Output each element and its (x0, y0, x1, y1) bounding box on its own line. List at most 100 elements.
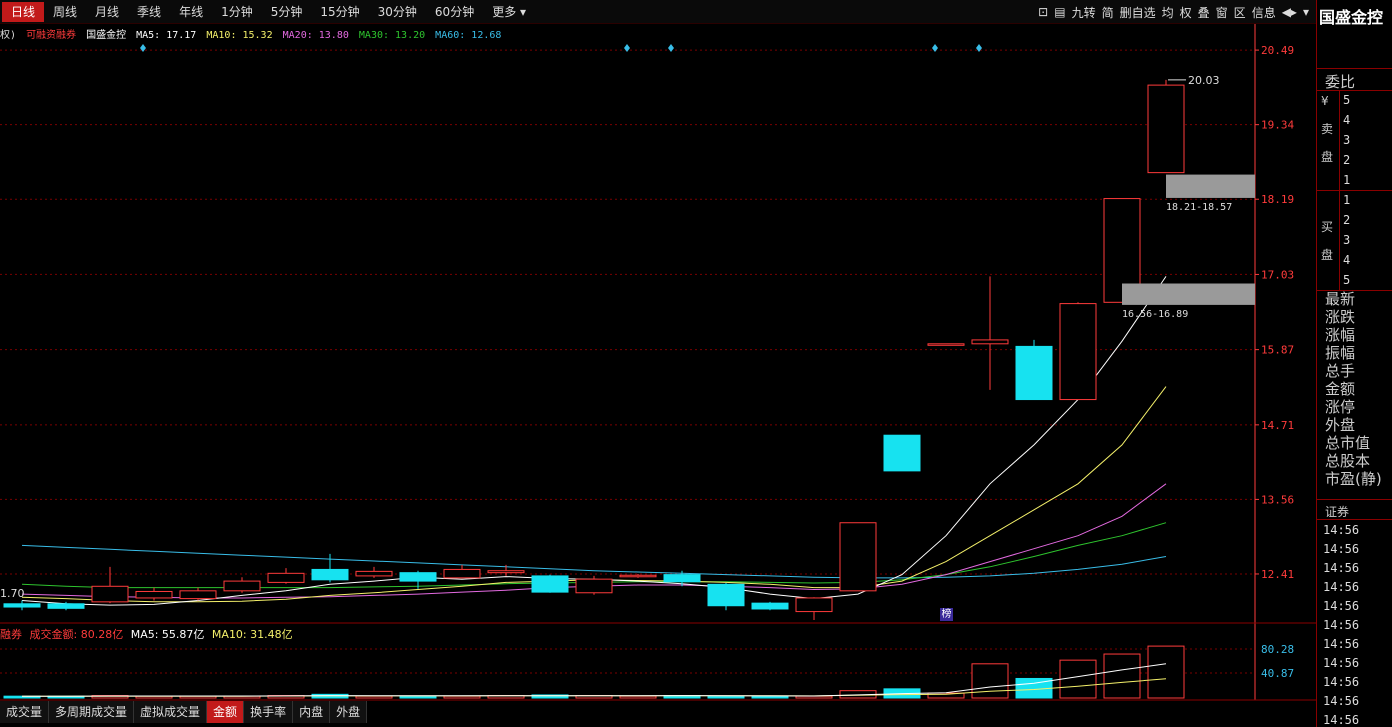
ma5-line (21, 276, 1167, 606)
volume-bar (751, 695, 789, 699)
price-tick-label: 20.49 (1261, 44, 1294, 57)
indicator-tab-2[interactable]: 虚拟成交量 (134, 701, 208, 723)
sell-char-1: 卖 (1321, 122, 1334, 136)
quote-label-10: 市盈(静) (1325, 470, 1382, 488)
indicator-tab-6[interactable]: 外盘 (330, 701, 368, 723)
sell-level-1: 4 (1343, 113, 1351, 127)
vol-ma5: MA5: 55.87亿 (130, 628, 205, 641)
buy-level-0: 1 (1343, 193, 1351, 207)
buy-price-band (1122, 283, 1255, 305)
candle-body (619, 574, 657, 578)
price-tick-label: 18.19 (1261, 193, 1294, 206)
sidebar-divider (1317, 68, 1392, 69)
indicator-tab-3[interactable]: 金额 (207, 701, 245, 723)
buy-level-1: 2 (1343, 213, 1351, 227)
volume-info-line: 融券 成交金额: 80.28亿 MA5: 55.87亿 MA10: 31.48亿 (0, 626, 297, 642)
indicator-tab-4[interactable]: 换手率 (244, 701, 294, 723)
quote-label-3: 振幅 (1325, 344, 1356, 362)
sidebar-divider (1317, 519, 1392, 520)
candle-body (399, 572, 437, 582)
stock-terminal: 日线 周线 月线 季线 年线 1分钟 5分钟 15分钟 30分钟 60分钟 更多 ▾ ⊡ ▤ 九转简删自… (0, 0, 1392, 727)
candle-body (927, 343, 965, 346)
quote-label-6: 涨停 (1325, 398, 1356, 416)
price-tick-label: 15.87 (1261, 344, 1294, 357)
sell-level-3: 2 (1343, 153, 1351, 167)
trade-time-10: 14:56 (1323, 713, 1360, 727)
ma60-line (21, 544, 1167, 579)
quote-label-9: 总股本 (1325, 452, 1371, 470)
candle-body (355, 570, 393, 577)
quote-label-4: 总手 (1325, 362, 1356, 380)
zhengquan-label: 证券 (1325, 505, 1350, 519)
trade-time-9: 14:56 (1323, 694, 1360, 708)
trade-time-0: 14:56 (1323, 523, 1360, 537)
candle-body (311, 568, 349, 581)
volume-bar (443, 695, 481, 699)
candle-body (1015, 345, 1053, 401)
trade-time-7: 14:56 (1323, 656, 1360, 670)
volume-bar (355, 695, 393, 699)
vol-tick-label: 80.28 (1261, 643, 1294, 656)
sell-char-2: 盘 (1321, 150, 1334, 164)
buy-char-2: 盘 (1321, 248, 1334, 262)
candle-body (47, 603, 85, 609)
diamond-marker (668, 44, 674, 52)
diamond-marker (624, 44, 630, 52)
candle-body (839, 522, 877, 592)
price-tick-label: 19.34 (1261, 119, 1294, 132)
quote-label-5: 金额 (1325, 380, 1356, 398)
quote-sidebar: 国盛金控 委比 ¥ 卖 盘 5 4 3 2 1 买 盘 1 2 3 4 5 最新 涨跌 涨幅 振幅 总手… (1316, 0, 1392, 727)
buy-char-1: 买 (1321, 220, 1334, 234)
price-tick-label: 12.41 (1261, 568, 1294, 581)
trade-time-5: 14:56 (1323, 618, 1360, 632)
kline-chart[interactable]: 20.49 19.34 18.19 17.03 15.87 14.71 13.56 12.41… (0, 0, 1316, 727)
candle-body (91, 585, 129, 603)
indicator-tab-5[interactable]: 内盘 (293, 701, 331, 723)
indicator-tab-1[interactable]: 多周期成交量 (49, 701, 135, 723)
quote-label-7: 外盘 (1325, 416, 1356, 434)
quote-label-8: 总市值 (1325, 434, 1371, 452)
indicator-tab-0[interactable]: 成交量 (0, 701, 50, 723)
diamond-marker (140, 44, 146, 52)
volume-bar (971, 663, 1009, 699)
yen-label: ¥ (1321, 94, 1329, 108)
candle-body (971, 339, 1009, 345)
candle-body (751, 602, 789, 610)
sell-level-0: 5 (1343, 93, 1351, 107)
volume-bar (1059, 659, 1097, 699)
vol-prefix: 融券 (0, 628, 22, 641)
quote-label-1: 涨跌 (1325, 308, 1356, 326)
price-tick-label: 17.03 (1261, 268, 1294, 281)
vol-amount: 成交金额: 80.28亿 (29, 628, 124, 641)
trade-time-2: 14:56 (1323, 561, 1360, 575)
trade-time-1: 14:56 (1323, 542, 1360, 556)
vol-tick-label: 40.87 (1261, 667, 1294, 680)
buy-level-2: 3 (1343, 233, 1351, 247)
candle-body (223, 580, 261, 592)
candle-body (487, 570, 525, 574)
quote-label-2: 涨幅 (1325, 326, 1356, 344)
candle-body (575, 578, 613, 594)
sell-level-2: 3 (1343, 133, 1351, 147)
sell-band-label: 18.21-18.57 (1166, 202, 1232, 213)
candle-body (3, 603, 41, 608)
candle-body (179, 590, 217, 600)
indicator-tabs: 成交量 多周期成交量 虚拟成交量 金额 换手率 内盘 外盘 (0, 701, 368, 723)
candle-body (1059, 303, 1097, 401)
volume-bar (399, 695, 437, 699)
price-tick-label: 13.56 (1261, 493, 1294, 506)
diamond-marker (976, 44, 982, 52)
trade-time-3: 14:56 (1323, 580, 1360, 594)
bang-badge[interactable]: 榜 (940, 608, 953, 621)
trade-time-6: 14:56 (1323, 637, 1360, 651)
candle-body (443, 568, 481, 579)
sidebar-stock-title: 国盛金控 (1319, 8, 1384, 27)
candle-body (707, 583, 745, 607)
trade-time-4: 14:56 (1323, 599, 1360, 613)
vol-ma10: MA10: 31.48亿 (211, 628, 293, 641)
volume-bar (1147, 645, 1185, 699)
candle-body (531, 575, 569, 593)
sidebar-divider (1317, 190, 1392, 191)
trade-time-8: 14:56 (1323, 675, 1360, 689)
sell-level-4: 1 (1343, 173, 1351, 187)
